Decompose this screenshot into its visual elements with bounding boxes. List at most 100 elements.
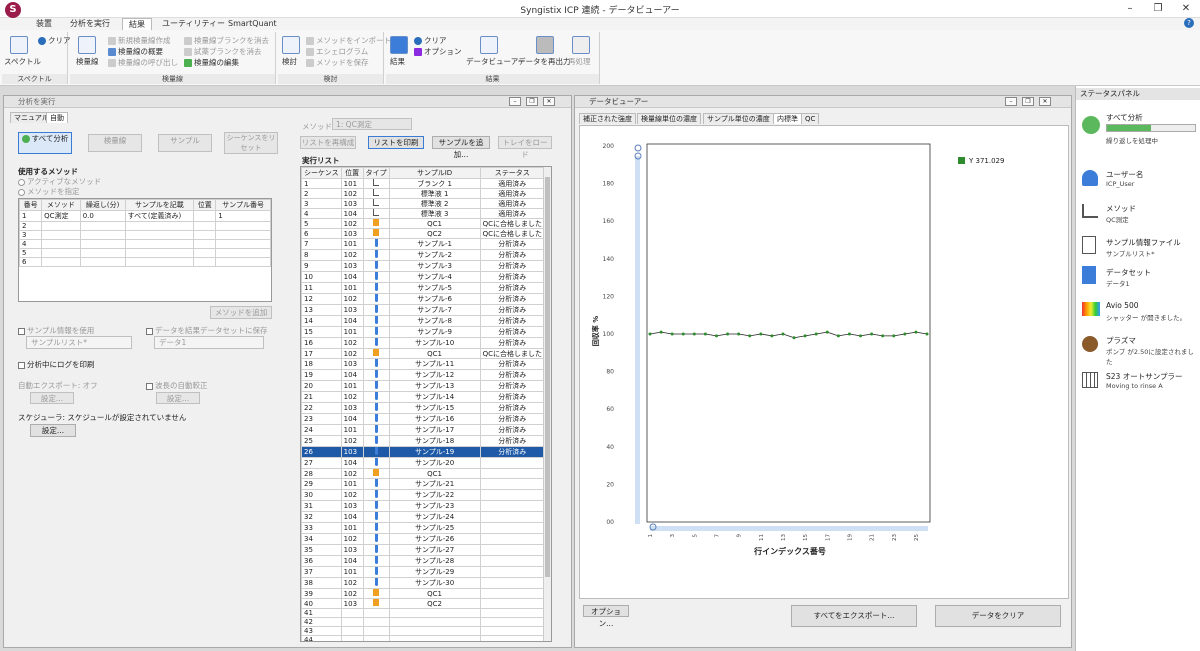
table-row[interactable]: 35 103 サンプル-27 — [301, 544, 546, 556]
tab-run-analysis[interactable]: 分析を実行 — [64, 18, 116, 30]
tab-sample-concentration[interactable]: サンプル単位の濃度 — [703, 113, 774, 124]
data-point[interactable] — [648, 332, 652, 336]
add-method-button[interactable]: メソッドを追加 — [210, 306, 272, 319]
specify-method-radio[interactable]: メソッドを指定 — [18, 186, 80, 197]
options-button[interactable]: オプション — [414, 47, 462, 57]
table-row[interactable]: 38 102 サンプル-30 — [301, 577, 546, 589]
data-point[interactable] — [714, 334, 718, 338]
data-point[interactable] — [781, 332, 785, 336]
tab-internal-standard[interactable]: 内標準 — [773, 113, 802, 124]
x-scrollbar[interactable] — [650, 526, 928, 531]
table-row[interactable]: 7 101 サンプル-1 分析済み — [301, 238, 546, 250]
table-row[interactable]: 28 102 QC1 — [301, 468, 546, 479]
zoom-in-icon[interactable] — [634, 144, 642, 152]
clear-spectrum-button[interactable]: クリア — [38, 36, 71, 46]
clear-data-button[interactable]: データをクリア — [935, 605, 1061, 627]
table-row[interactable]: 24 101 サンプル-17 分析済み — [301, 424, 546, 436]
sample-list-field[interactable]: サンプルリスト* — [26, 336, 132, 349]
table-row[interactable]: 23 104 サンプル-16 分析済み — [301, 413, 546, 425]
runlist-table[interactable]: シーケンス 位置 タイプ サンプルID ステータス 1 101 ブランク 1 適用済み… — [300, 166, 552, 642]
data-point[interactable] — [659, 330, 663, 334]
data-point[interactable] — [681, 332, 685, 336]
calibration-button[interactable]: 検量線 — [76, 57, 99, 67]
data-point[interactable] — [903, 332, 907, 336]
analyze-sample-button[interactable]: サンプル — [158, 134, 212, 152]
table-row[interactable]: 13 103 サンプル-7 分析済み — [301, 304, 546, 316]
table-row[interactable]: 15 101 サンプル-9 分析済み — [301, 326, 546, 338]
y-scrollbar[interactable] — [635, 156, 640, 524]
table-row[interactable]: 2 102 標準液 1 適用済み — [301, 188, 546, 199]
tab-cal-concentration[interactable]: 検量線単位の濃度 — [637, 113, 701, 124]
edit-calibration-button[interactable]: 検量線の編集 — [184, 58, 239, 68]
dataset-field[interactable]: データ1 — [154, 336, 264, 349]
runlist-scrollbar[interactable] — [543, 167, 551, 641]
tab-corrected-intensity[interactable]: 補正された強度 — [579, 113, 636, 124]
table-row[interactable]: 36 104 サンプル-28 — [301, 555, 546, 567]
data-point[interactable] — [792, 336, 796, 340]
data-point[interactable] — [892, 334, 896, 338]
table-row[interactable]: 21 102 サンプル-14 分析済み — [301, 391, 546, 403]
viewer-close-icon[interactable]: ✕ — [1039, 97, 1051, 106]
close-icon[interactable]: ✕ — [1176, 2, 1196, 16]
table-row[interactable]: 22 103 サンプル-15 分析済み — [301, 402, 546, 414]
table-row[interactable]: 43 — [301, 626, 546, 636]
data-point[interactable] — [825, 330, 829, 334]
data-point[interactable] — [803, 334, 807, 338]
print-list-button[interactable]: リストを印刷 — [368, 136, 424, 149]
clear-cal-blank-button[interactable]: 検量線ブランクを消去 — [184, 36, 269, 46]
review-button[interactable]: 検討 — [282, 57, 297, 67]
table-row[interactable]: 34 102 サンプル-26 — [301, 533, 546, 545]
recovery-chart[interactable]: 0020406080100120140160180200 1 3 5 7 9 11 13 15… — [580, 126, 1068, 598]
table-row[interactable]: 39 102 QC1 — [301, 588, 546, 599]
data-point[interactable] — [692, 332, 696, 336]
table-row[interactable]: 10 104 サンプル-4 分析済み — [301, 271, 546, 283]
data-point[interactable] — [859, 334, 863, 338]
data-point[interactable] — [881, 334, 885, 338]
auto-wavelength-checkbox[interactable]: 波長の自動較正 — [146, 380, 208, 391]
table-row[interactable]: 17 102 QC1 QCに合格しました — [301, 348, 546, 359]
add-sample-button[interactable]: サンプルを追加... — [432, 136, 490, 159]
method-table[interactable]: 番号 メソッド 繰返し(分) サンプルを記載 位置 サンプル番号 1 QC測定 … — [18, 198, 272, 302]
data-point[interactable] — [847, 332, 851, 336]
data-viewer-button[interactable]: データビューアー — [466, 57, 525, 67]
table-row[interactable]: 37 101 サンプル-29 — [301, 566, 546, 578]
analyze-blank-button[interactable]: 検量線 — [88, 134, 142, 152]
table-row[interactable]: 44 — [301, 635, 546, 641]
table-row[interactable]: 4 104 標準液 3 適用済み — [301, 208, 546, 219]
data-point[interactable] — [670, 332, 674, 336]
table-row[interactable]: 1 101 ブランク 1 適用済み — [301, 178, 546, 189]
tab-utilities[interactable]: ユーティリティー — [156, 18, 231, 30]
runlist-method-select[interactable]: 1: QC測定 — [332, 118, 412, 130]
table-row[interactable]: 33 101 サンプル-25 — [301, 522, 546, 534]
print-log-checkbox[interactable]: 分析中にログを印刷 — [18, 359, 95, 370]
table-row[interactable]: 27 104 サンプル-20 — [301, 457, 546, 469]
table-row[interactable]: 26 103 サンプル-19 分析済み — [301, 446, 546, 458]
scheduler-settings-button[interactable]: 設定... — [30, 424, 76, 437]
table-row[interactable]: 8 102 サンプル-2 分析済み — [301, 249, 546, 261]
tab-results[interactable]: 結果 — [122, 18, 152, 30]
table-row[interactable]: 40 103 QC2 — [301, 598, 546, 609]
data-point[interactable] — [925, 332, 929, 336]
save-dataset-checkbox[interactable]: データを結果データセットに保存 — [146, 325, 268, 336]
table-row[interactable]: 25 102 サンプル-18 分析済み — [301, 435, 546, 447]
table-row[interactable]: 16 102 サンプル-10 分析済み — [301, 337, 546, 349]
data-point[interactable] — [770, 334, 774, 338]
table-row[interactable]: 12 102 サンプル-6 分析済み — [301, 293, 546, 305]
tab-smartquant[interactable]: SmartQuant — [222, 18, 283, 30]
method-row[interactable]: 1 QC測定 0.0 すべて(定義済み) 1 — [18, 210, 271, 222]
wavelength-settings-button[interactable]: 設定... — [156, 392, 200, 404]
analyze-all-button[interactable]: すべて分析 — [18, 132, 72, 154]
tab-instrument[interactable]: 装置 — [30, 18, 58, 30]
calibration-summary-button[interactable]: 検量線の概要 — [108, 47, 163, 57]
echellogram-button[interactable]: エシェログラム — [306, 47, 368, 57]
pane-close-icon[interactable]: ✕ — [543, 97, 555, 106]
reprocess-button[interactable]: 再処理 — [568, 57, 591, 67]
table-row[interactable]: 3 103 標準液 2 適用済み — [301, 198, 546, 209]
table-row[interactable]: 6 103 QC2 QCに合格しました — [301, 228, 546, 239]
viewer-restore-icon[interactable]: ❐ — [1022, 97, 1034, 106]
data-point[interactable] — [870, 332, 874, 336]
save-method-button[interactable]: メソッドを保存 — [306, 58, 369, 68]
table-row[interactable]: 41 — [301, 608, 546, 618]
spectrum-button[interactable]: スペクトル — [4, 57, 41, 67]
table-row[interactable]: 42 — [301, 617, 546, 627]
